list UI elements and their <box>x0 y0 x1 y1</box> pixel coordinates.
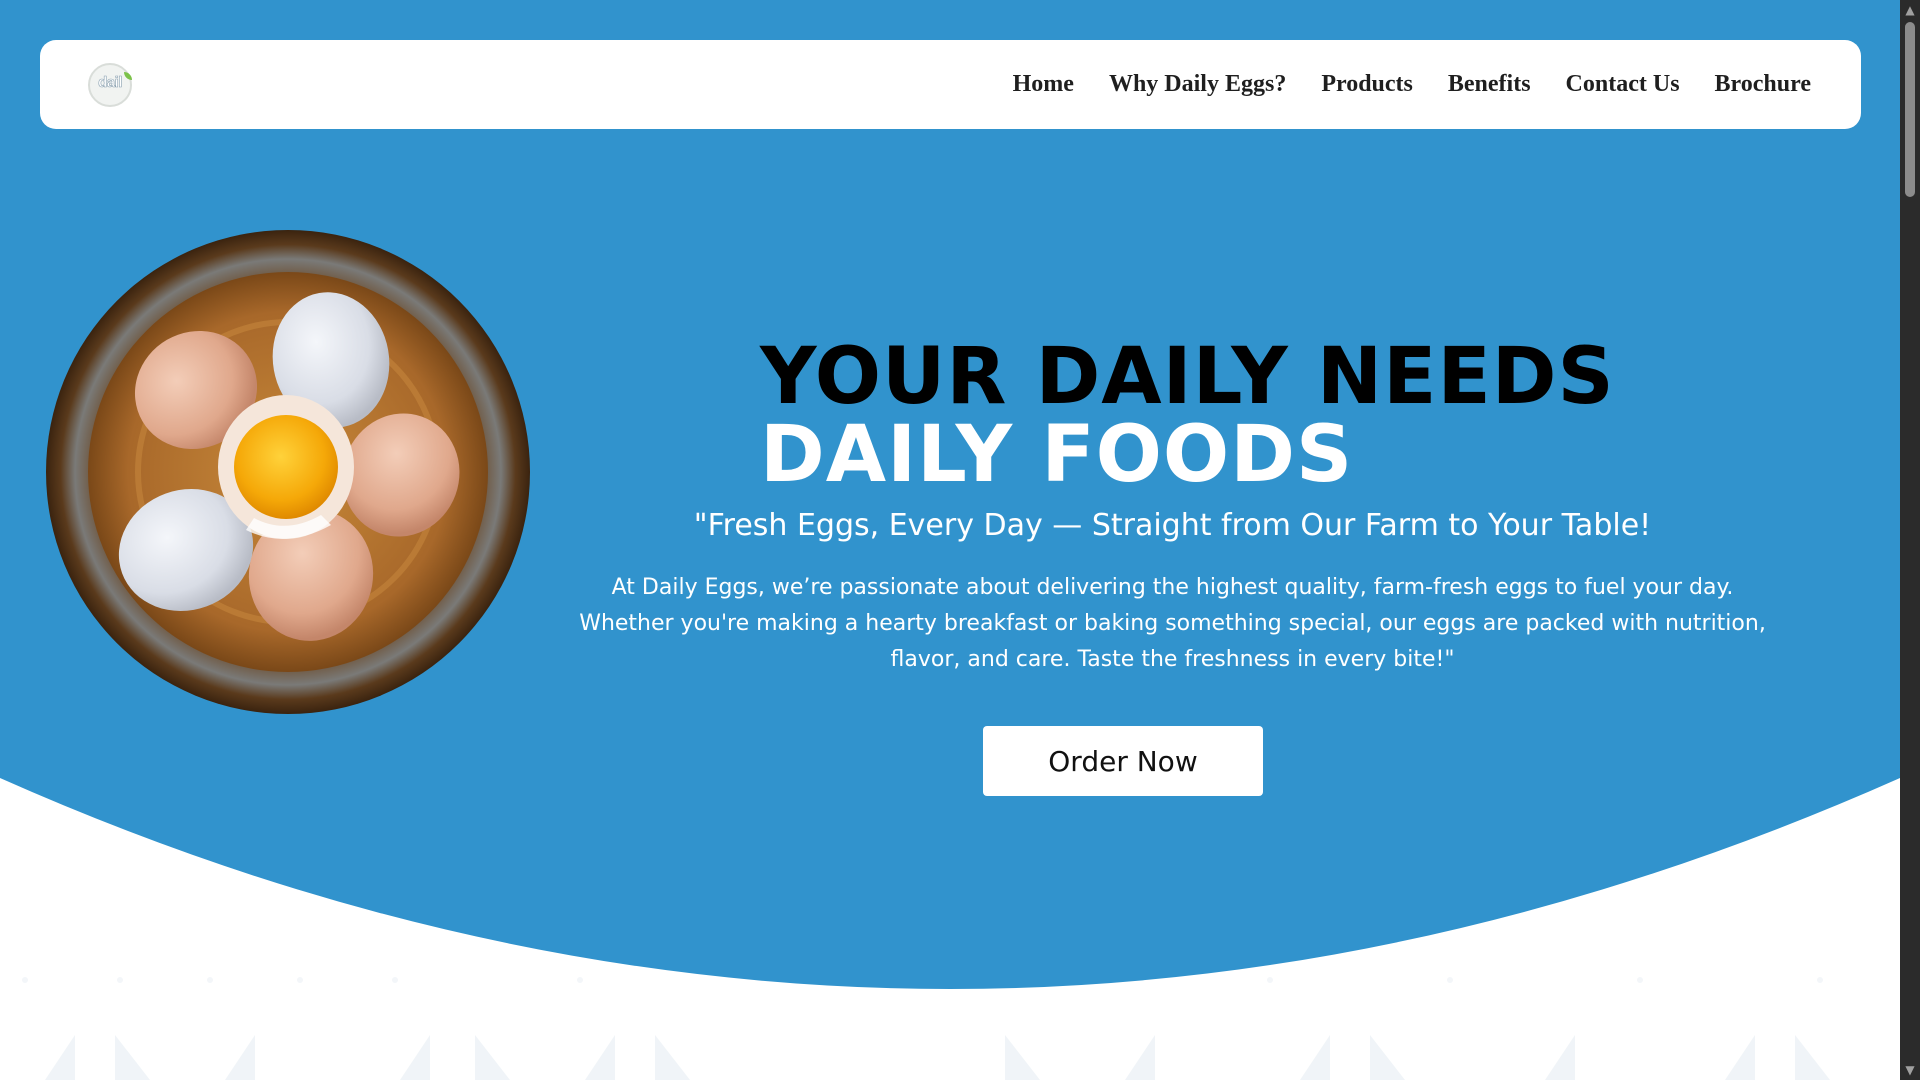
scroll-down-icon[interactable]: ▼ <box>1900 1060 1920 1080</box>
vertical-scrollbar[interactable]: ▲ ▼ <box>1900 0 1920 1080</box>
nav-link-products[interactable]: Products <box>1321 71 1413 98</box>
background-pattern <box>22 977 1830 1080</box>
logo-text: dail <box>98 74 123 92</box>
page: dail Home Why Daily Eggs? Products Benef… <box>0 0 1920 1080</box>
nav-link-why-daily-eggs[interactable]: Why Daily Eggs? <box>1109 71 1286 98</box>
scroll-up-icon[interactable]: ▲ <box>1900 0 1920 20</box>
navbar: dail Home Why Daily Eggs? Products Benef… <box>40 40 1861 129</box>
egg-bowl-image <box>46 230 530 714</box>
headline-line-2: DAILY FOODS <box>760 410 1354 500</box>
nav-link-brochure[interactable]: Brochure <box>1715 71 1811 98</box>
nav-link-home[interactable]: Home <box>1013 71 1074 98</box>
nav-link-benefits[interactable]: Benefits <box>1448 71 1531 98</box>
nav-links: Home Why Daily Eggs? Products Benefits C… <box>1013 40 1811 129</box>
hero-description: At Daily Eggs, we’re passionate about de… <box>579 575 1766 672</box>
order-now-button[interactable]: Order Now <box>983 726 1263 796</box>
scrollbar-thumb[interactable] <box>1905 22 1915 197</box>
headline-line-1: YOUR DAILY NEEDS <box>760 332 1615 422</box>
hero-tagline: "Fresh Eggs, Every Day — Straight from O… <box>693 508 1652 543</box>
browser-viewport: dail Home Why Daily Eggs? Products Benef… <box>0 0 1900 1080</box>
hero-headline: YOUR DAILY NEEDS DAILY FOODS <box>760 338 1615 494</box>
logo[interactable]: dail <box>88 63 132 107</box>
nav-link-contact-us[interactable]: Contact Us <box>1566 71 1680 98</box>
